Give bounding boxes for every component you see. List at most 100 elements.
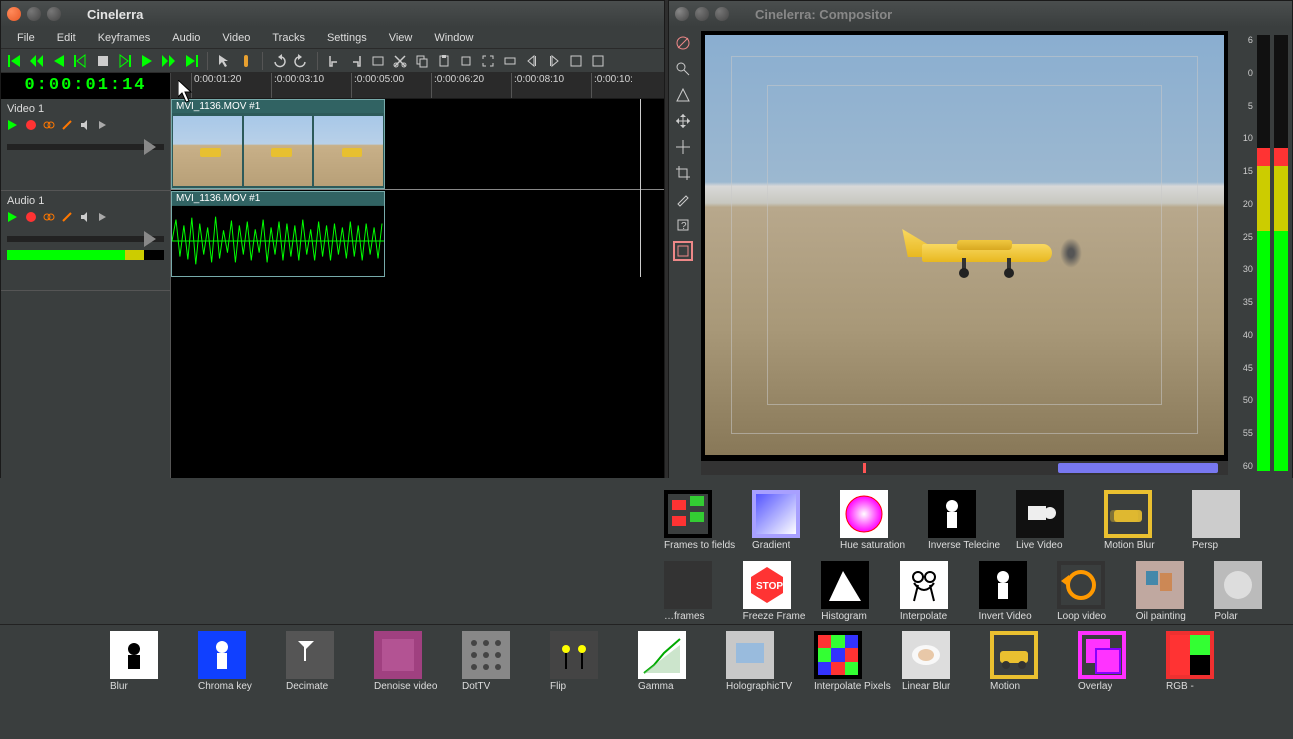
- ruler-ticks[interactable]: 0:00:01:20 :0:00:03:10 :0:00:05:00 :0:00…: [171, 73, 664, 98]
- effect-item[interactable]: Live Video: [1016, 490, 1100, 551]
- effect-item[interactable]: Decimate: [286, 631, 370, 692]
- cut-icon[interactable]: [392, 53, 408, 69]
- effect-label: Chroma key: [198, 681, 252, 692]
- menu-file[interactable]: File: [9, 30, 43, 46]
- track-play-icon[interactable]: [7, 211, 19, 226]
- track-play-icon[interactable]: [7, 119, 19, 134]
- to-clip-icon[interactable]: [370, 53, 386, 69]
- effect-item[interactable]: Inverse Telecine: [928, 490, 1012, 551]
- menu-edit[interactable]: Edit: [49, 30, 84, 46]
- arrow-tool-icon[interactable]: [216, 53, 232, 69]
- effect-item[interactable]: Gamma: [638, 631, 722, 692]
- toolinfo-icon[interactable]: ?: [673, 215, 693, 235]
- effect-item[interactable]: Polar: [1214, 561, 1289, 622]
- track-gang-icon[interactable]: [43, 119, 55, 134]
- effect-item[interactable]: HolographicTV: [726, 631, 810, 692]
- fit-autos-icon[interactable]: [502, 53, 518, 69]
- track-mute-icon[interactable]: [79, 119, 91, 134]
- effect-item[interactable]: Interpolate Pixels: [814, 631, 898, 692]
- effect-item[interactable]: Motion: [990, 631, 1074, 692]
- projector-tool-icon[interactable]: [673, 137, 693, 157]
- zoom-tool-icon[interactable]: [673, 59, 693, 79]
- window-min-icon[interactable]: [27, 7, 41, 21]
- titlesafe-icon[interactable]: [673, 241, 693, 261]
- window-max-icon[interactable]: [47, 7, 61, 21]
- scrollbar-thumb[interactable]: [1058, 463, 1218, 473]
- track-draw-icon[interactable]: [61, 119, 73, 134]
- protect-tool-icon[interactable]: [673, 33, 693, 53]
- menu-audio[interactable]: Audio: [164, 30, 208, 46]
- compositor-toolbar: ?: [669, 27, 697, 479]
- effect-item[interactable]: Chroma key: [198, 631, 282, 692]
- fit-icon[interactable]: [480, 53, 496, 69]
- effect-item[interactable]: Loop video: [1057, 561, 1132, 622]
- frame-back-icon[interactable]: [73, 53, 89, 69]
- track-mute-icon[interactable]: [79, 211, 91, 226]
- effect-item[interactable]: Persp: [1192, 490, 1276, 551]
- compositor-scrollbar[interactable]: [701, 461, 1228, 475]
- effect-item[interactable]: Linear Blur: [902, 631, 986, 692]
- track-draw-icon[interactable]: [61, 211, 73, 226]
- copy-icon[interactable]: [414, 53, 430, 69]
- more1-icon[interactable]: [568, 53, 584, 69]
- track-gang-icon[interactable]: [43, 211, 55, 226]
- goto-end-icon[interactable]: [183, 53, 199, 69]
- more2-icon[interactable]: [590, 53, 606, 69]
- prev-label-icon[interactable]: [524, 53, 540, 69]
- track-fader[interactable]: [7, 236, 164, 242]
- label-icon[interactable]: [458, 53, 474, 69]
- frame-forward-icon[interactable]: [117, 53, 133, 69]
- menu-video[interactable]: Video: [214, 30, 258, 46]
- effect-item[interactable]: Overlay: [1078, 631, 1162, 692]
- compositor-canvas[interactable]: [701, 31, 1228, 475]
- rewind-icon[interactable]: [29, 53, 45, 69]
- eyedrop-tool-icon[interactable]: [673, 189, 693, 209]
- effect-thumb: [1104, 490, 1152, 538]
- play-icon[interactable]: [139, 53, 155, 69]
- effect-item[interactable]: Hue saturation: [840, 490, 924, 551]
- time-ruler[interactable]: 0:00:01:14 0:00:01:20 :0:00:03:10 :0:00:…: [1, 73, 664, 99]
- mask-tool-icon[interactable]: [673, 85, 693, 105]
- effect-item[interactable]: STOPFreeze Frame: [743, 561, 818, 622]
- track-record-icon[interactable]: [25, 211, 37, 226]
- in-point-icon[interactable]: [326, 53, 342, 69]
- window-min-icon[interactable]: [695, 7, 709, 21]
- redo-icon[interactable]: [293, 53, 309, 69]
- paste-icon[interactable]: [436, 53, 452, 69]
- track-expand-icon[interactable]: [97, 119, 109, 134]
- menu-settings[interactable]: Settings: [319, 30, 375, 46]
- effect-item[interactable]: Motion Blur: [1104, 490, 1188, 551]
- effect-item[interactable]: Invert Video: [979, 561, 1054, 622]
- window-close-icon[interactable]: [7, 7, 21, 21]
- effect-item[interactable]: Gradient: [752, 490, 836, 551]
- effect-item[interactable]: Interpolate: [900, 561, 975, 622]
- goto-start-icon[interactable]: [7, 53, 23, 69]
- fast-forward-icon[interactable]: [161, 53, 177, 69]
- undo-icon[interactable]: [271, 53, 287, 69]
- effect-item[interactable]: Flip: [550, 631, 634, 692]
- camera-tool-icon[interactable]: [673, 111, 693, 131]
- effect-item[interactable]: Oil painting: [1136, 561, 1211, 622]
- effect-item[interactable]: DotTV: [462, 631, 546, 692]
- effect-item[interactable]: RGB -: [1166, 631, 1250, 692]
- menu-keyframes[interactable]: Keyframes: [90, 30, 159, 46]
- effect-item[interactable]: …frames: [664, 561, 739, 622]
- track-fader[interactable]: [7, 144, 164, 150]
- crop-tool-icon[interactable]: [673, 163, 693, 183]
- menu-window[interactable]: Window: [426, 30, 481, 46]
- menu-view[interactable]: View: [381, 30, 421, 46]
- effect-item[interactable]: Histogram: [821, 561, 896, 622]
- window-close-icon[interactable]: [675, 7, 689, 21]
- next-label-icon[interactable]: [546, 53, 562, 69]
- menu-tracks[interactable]: Tracks: [264, 30, 313, 46]
- effect-item[interactable]: Denoise video: [374, 631, 458, 692]
- track-expand-icon[interactable]: [97, 211, 109, 226]
- effect-item[interactable]: Blur: [110, 631, 194, 692]
- track-record-icon[interactable]: [25, 119, 37, 134]
- stop-icon[interactable]: [95, 53, 111, 69]
- out-point-icon[interactable]: [348, 53, 364, 69]
- ibeam-tool-icon[interactable]: [238, 53, 254, 69]
- play-reverse-icon[interactable]: [51, 53, 67, 69]
- effect-item[interactable]: Frames to fields: [664, 490, 748, 551]
- window-max-icon[interactable]: [715, 7, 729, 21]
